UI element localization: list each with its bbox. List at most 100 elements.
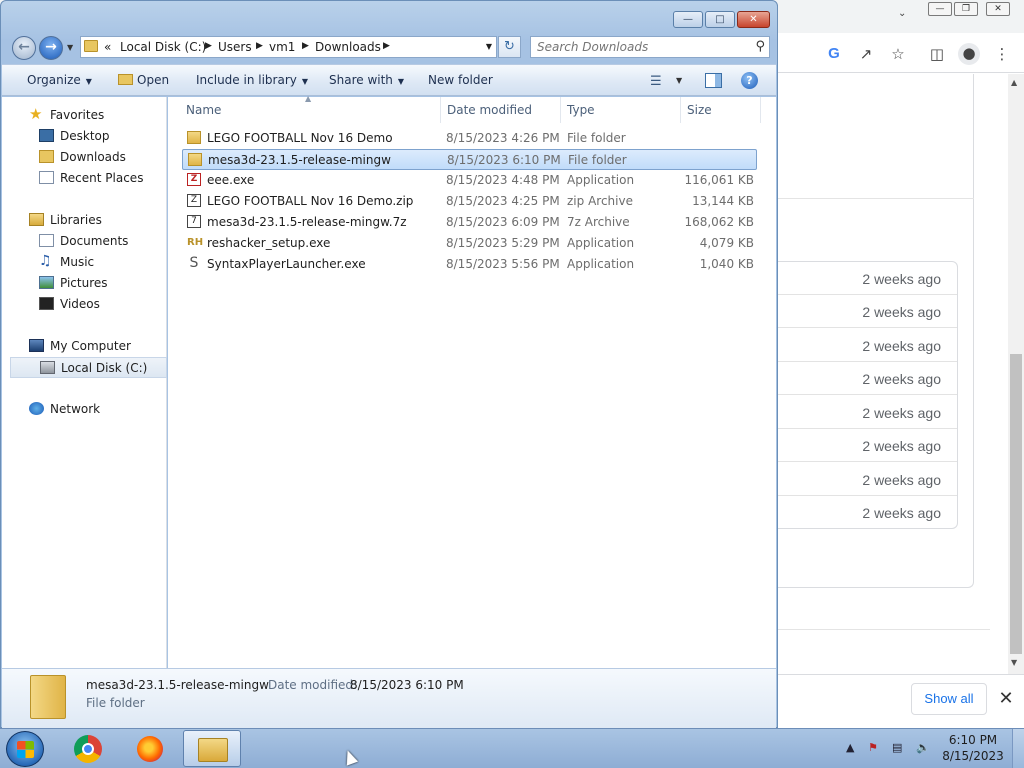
taskbar-firefox[interactable]: [120, 730, 178, 767]
breadcrumb-separator-icon[interactable]: ▶: [256, 41, 263, 51]
column-divider[interactable]: [760, 97, 761, 123]
network-status-icon[interactable]: ▤: [892, 741, 902, 754]
nav-local-disk[interactable]: Local Disk (C:): [10, 357, 167, 378]
list-item[interactable]: 2 weeks ago: [778, 262, 957, 295]
column-header-name[interactable]: Name: [186, 103, 221, 117]
nav-favorites[interactable]: ★ Favorites: [2, 105, 167, 126]
clock-date[interactable]: 8/15/2023: [940, 749, 1006, 763]
profile-avatar-icon[interactable]: ●: [958, 43, 980, 65]
divider: [778, 629, 990, 630]
nav-my-computer[interactable]: My Computer: [2, 336, 167, 357]
share-icon[interactable]: ↗: [856, 44, 876, 64]
breadcrumb-downloads[interactable]: Downloads: [315, 40, 381, 54]
address-history-dropdown-icon[interactable]: ▼: [486, 42, 492, 51]
refresh-button[interactable]: ↻: [498, 36, 521, 58]
nav-label: Desktop: [60, 129, 110, 143]
taskbar-chrome[interactable]: [60, 730, 118, 767]
nav-documents[interactable]: Documents: [2, 231, 167, 252]
show-all-button[interactable]: Show all: [911, 683, 987, 715]
minimize-button[interactable]: —: [673, 11, 703, 28]
scroll-down-arrow-icon[interactable]: ▼: [1011, 658, 1017, 667]
file-date: 8/15/2023 5:56 PM: [446, 257, 560, 271]
column-header-size[interactable]: Size: [687, 103, 712, 117]
column-header-date[interactable]: Date modified: [447, 103, 532, 117]
list-item[interactable]: 2 weeks ago: [778, 362, 957, 395]
chrome-close-button[interactable]: ✕: [986, 2, 1010, 16]
column-divider[interactable]: [440, 97, 441, 123]
forward-button[interactable]: →: [39, 36, 63, 60]
share-with-menu[interactable]: Share with ▼: [329, 73, 404, 87]
breadcrumb-vm1[interactable]: vm1: [269, 40, 295, 54]
help-icon[interactable]: ?: [741, 72, 758, 89]
maximize-button[interactable]: □: [705, 11, 735, 28]
nav-music[interactable]: ♫ Music: [2, 252, 167, 273]
start-button[interactable]: [6, 731, 44, 767]
list-item[interactable]: 2 weeks ago: [778, 396, 957, 429]
bookmark-star-icon[interactable]: ☆: [888, 44, 908, 64]
clock-time[interactable]: 6:10 PM: [948, 733, 998, 747]
column-header-type[interactable]: Type: [567, 103, 595, 117]
file-row[interactable]: 7 mesa3d-23.1.5-release-mingw.7z 8/15/20…: [182, 212, 757, 233]
close-button[interactable]: ✕: [737, 11, 770, 28]
taskbar-explorer[interactable]: [183, 730, 241, 767]
open-button[interactable]: Open: [118, 73, 169, 87]
address-bar[interactable]: « Local Disk (C:) ▶ Users ▶ vm1 ▶ Downlo…: [80, 36, 497, 58]
nav-downloads[interactable]: Downloads: [2, 147, 167, 168]
list-item[interactable]: 2 weeks ago: [778, 496, 957, 529]
breadcrumb-local-disk[interactable]: Local Disk (C:): [120, 40, 206, 54]
file-row[interactable]: RH reshacker_setup.exe 8/15/2023 5:29 PM…: [182, 233, 757, 254]
file-row[interactable]: LEGO FOOTBALL Nov 16 Demo 8/15/2023 4:26…: [182, 128, 757, 149]
nav-pictures[interactable]: Pictures: [2, 273, 167, 294]
file-row[interactable]: Z LEGO FOOTBALL Nov 16 Demo.zip 8/15/202…: [182, 191, 757, 212]
show-hidden-icons-icon[interactable]: ▲: [846, 741, 854, 754]
list-item[interactable]: 2 weeks ago: [778, 429, 957, 462]
list-item[interactable]: 2 weeks ago: [778, 295, 957, 328]
column-divider[interactable]: [560, 97, 561, 123]
nav-desktop[interactable]: Desktop: [2, 126, 167, 147]
organize-menu[interactable]: Organize ▼: [27, 73, 92, 87]
breadcrumb-overflow[interactable]: «: [104, 40, 111, 54]
chrome-minimize-button[interactable]: —: [928, 2, 952, 16]
scrollbar-thumb[interactable]: [1010, 354, 1022, 654]
search-input[interactable]: [531, 37, 745, 57]
search-box[interactable]: ⚲: [530, 36, 770, 58]
file-row-selected[interactable]: mesa3d-23.1.5-release-mingw 8/15/2023 6:…: [182, 149, 757, 170]
breadcrumb-separator-icon[interactable]: ▶: [302, 41, 309, 51]
column-divider[interactable]: [680, 97, 681, 123]
list-item[interactable]: 2 weeks ago: [778, 329, 957, 362]
file-type: Application: [567, 173, 635, 187]
file-row[interactable]: S SyntaxPlayerLauncher.exe 8/15/2023 5:5…: [182, 254, 757, 275]
timestamp-text: 2 weeks ago: [862, 271, 941, 287]
chrome-scrollbar[interactable]: ▲ ▼: [1008, 74, 1024, 674]
nav-label: Network: [50, 402, 101, 416]
recent-pages-dropdown-icon[interactable]: ▼: [67, 43, 73, 52]
breadcrumb-separator-icon[interactable]: ▶: [383, 41, 390, 51]
nav-libraries[interactable]: Libraries: [2, 210, 167, 231]
list-item[interactable]: 2 weeks ago: [778, 463, 957, 496]
back-button[interactable]: ←: [12, 36, 36, 60]
file-size: 1,040 KB: [699, 257, 754, 271]
show-desktop-button[interactable]: [1012, 729, 1024, 768]
organize-label: Organize: [27, 73, 81, 87]
file-row[interactable]: Z eee.exe 8/15/2023 4:48 PM Application …: [182, 170, 757, 191]
chrome-restore-button[interactable]: ❐: [954, 2, 978, 16]
chrome-tab-search-icon[interactable]: ⌄: [898, 8, 906, 19]
breadcrumb-users[interactable]: Users: [218, 40, 252, 54]
change-view-icon[interactable]: ☰: [650, 74, 662, 89]
new-folder-button[interactable]: New folder: [428, 73, 493, 87]
view-options-dropdown-icon[interactable]: ▼: [676, 76, 682, 85]
breadcrumb-separator-icon[interactable]: ▶: [205, 41, 212, 51]
scroll-up-arrow-icon[interactable]: ▲: [1011, 78, 1017, 87]
side-panel-icon[interactable]: ◫: [927, 44, 947, 64]
search-icon[interactable]: ⚲: [755, 39, 765, 54]
google-lens-icon[interactable]: G: [824, 44, 844, 64]
volume-muted-icon[interactable]: 🔈: [916, 741, 930, 754]
action-center-flag-icon[interactable]: ⚑: [868, 741, 878, 754]
downloads-bar-close-icon[interactable]: ✕: [996, 689, 1016, 709]
nav-recent-places[interactable]: Recent Places: [2, 168, 167, 189]
preview-pane-icon[interactable]: [705, 73, 722, 88]
chrome-menu-icon[interactable]: ⋮: [992, 44, 1012, 64]
include-in-library-menu[interactable]: Include in library ▼: [196, 73, 308, 87]
nav-videos[interactable]: Videos: [2, 294, 167, 315]
nav-network[interactable]: Network: [2, 399, 167, 420]
